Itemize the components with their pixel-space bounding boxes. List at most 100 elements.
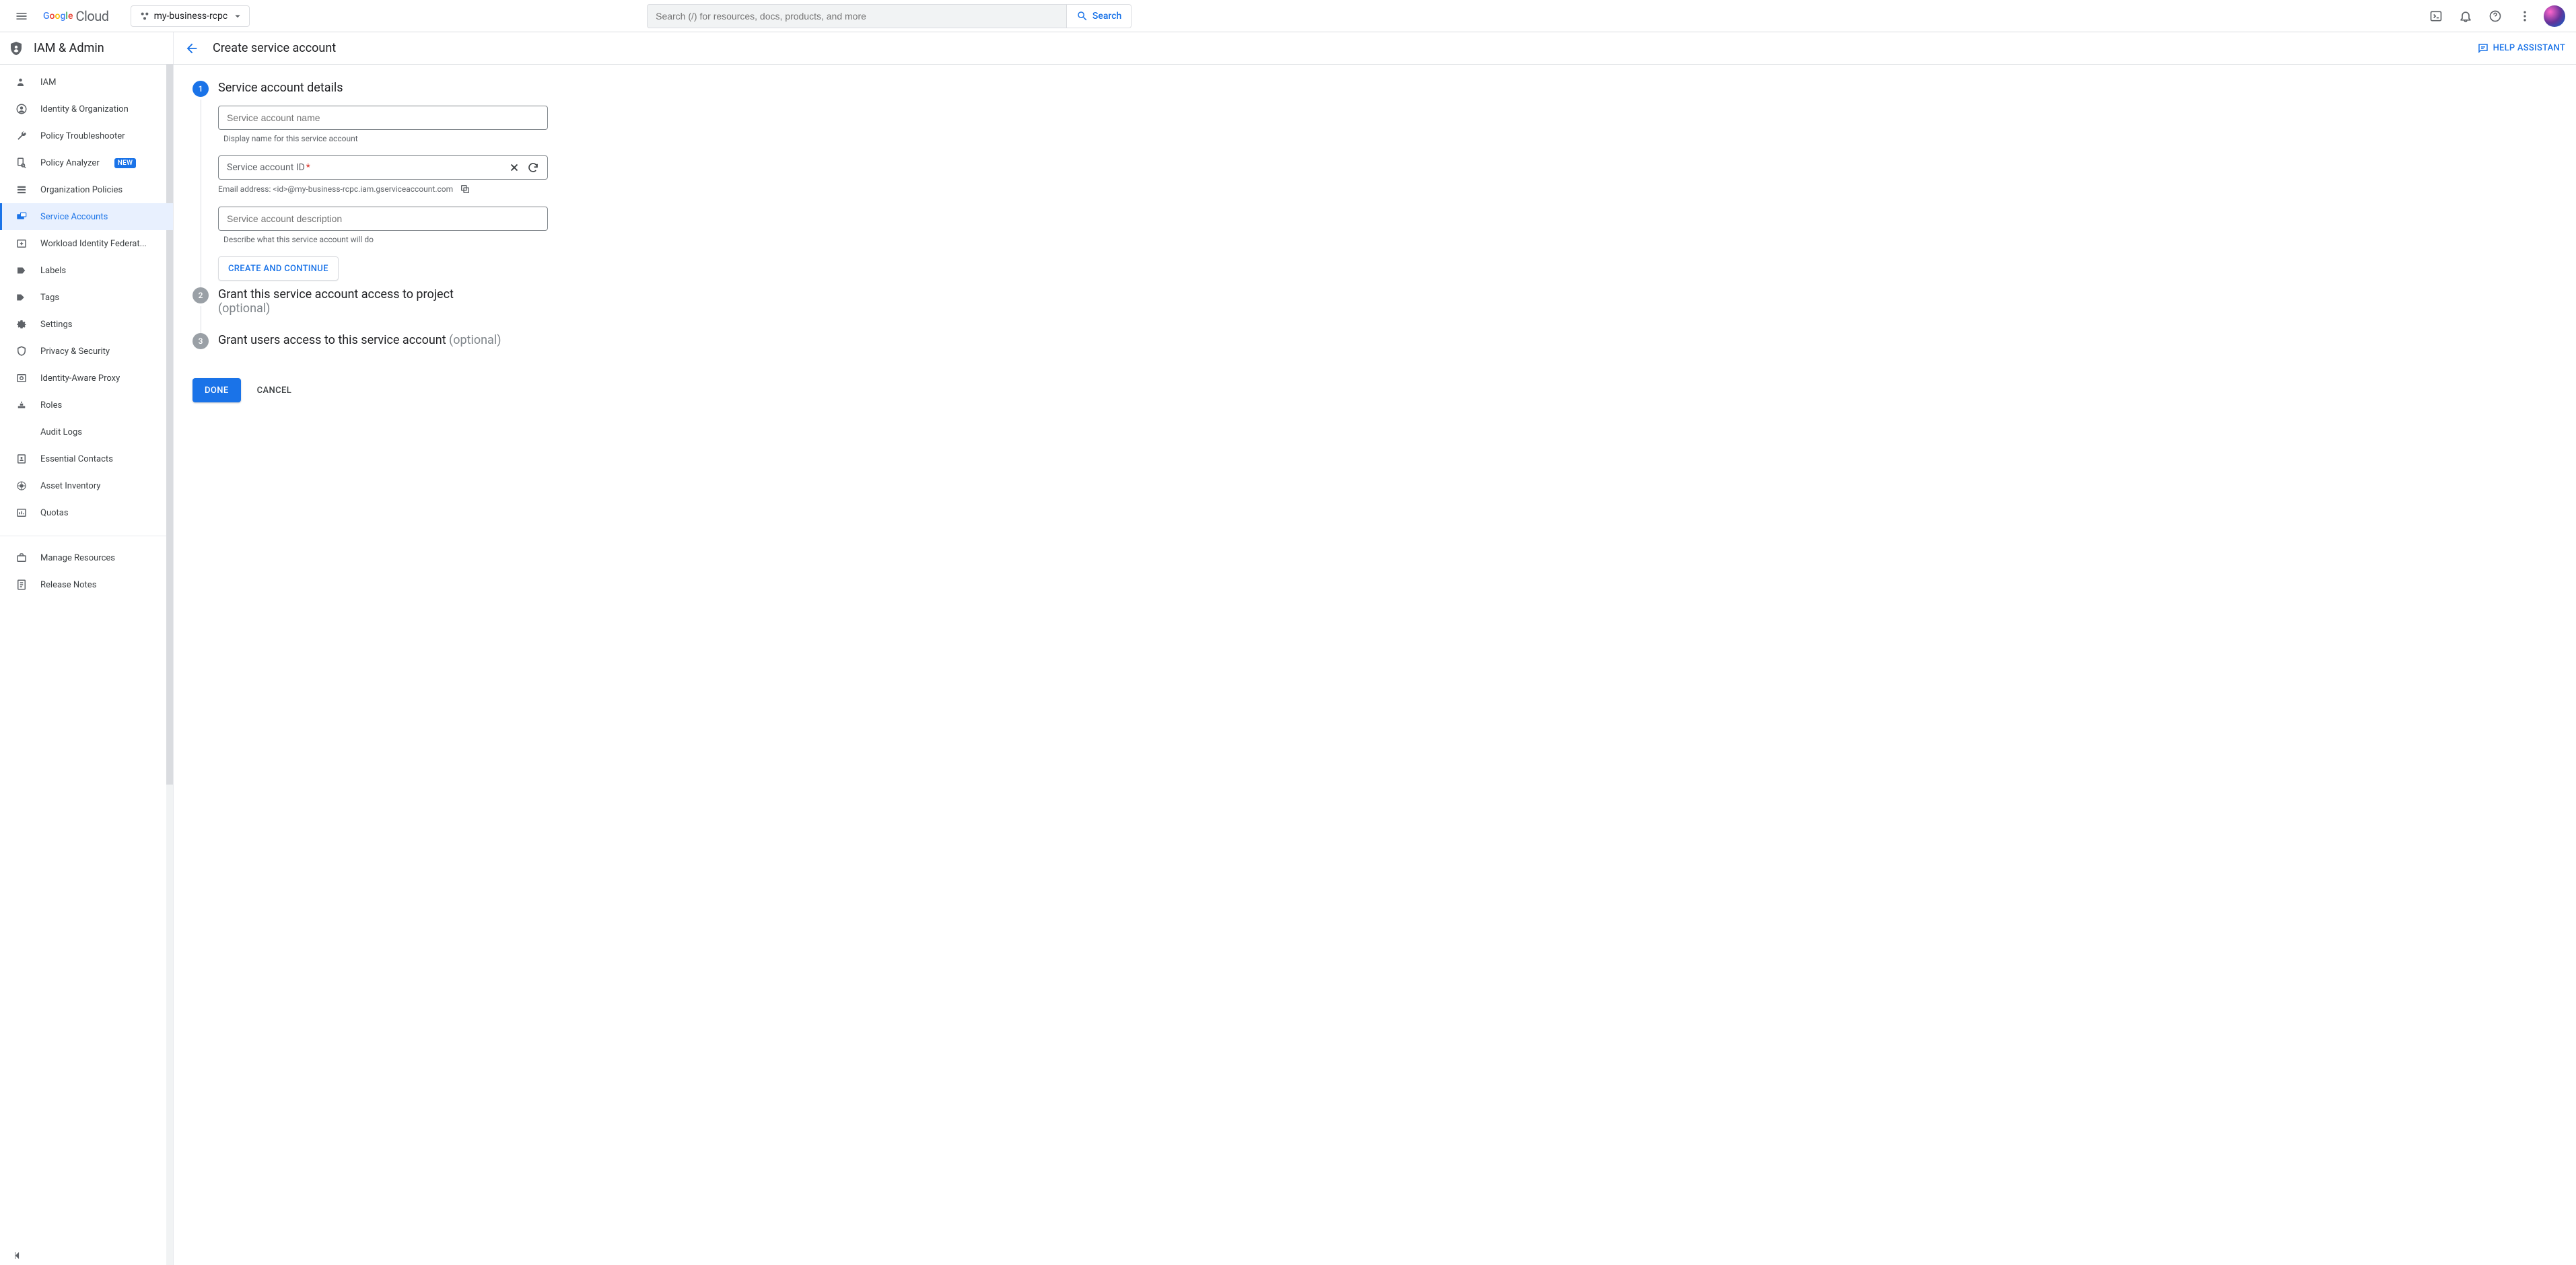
project-picker[interactable]: my-business-rcpc: [131, 5, 250, 27]
logs-icon: [15, 426, 28, 438]
sidebar-item-quotas[interactable]: Quotas: [0, 499, 173, 526]
sidebar-item-privacy-security[interactable]: Privacy & Security: [0, 338, 173, 365]
done-button[interactable]: DONE: [193, 378, 241, 402]
shield-icon: [15, 345, 28, 357]
search-wrap: Search: [382, 4, 1397, 28]
search-input[interactable]: [648, 5, 1066, 28]
sidebar-item-label: Identity-Aware Proxy: [40, 373, 120, 384]
sidebar-item-asset-inventory[interactable]: Asset Inventory: [0, 472, 173, 499]
sidebar-item-identity-org[interactable]: Identity & Organization: [0, 96, 173, 122]
sidebar-item-label: Policy Troubleshooter: [40, 131, 125, 141]
policy-analyzer-icon: [15, 157, 28, 169]
name-helper-text: Display name for this service account: [223, 134, 569, 143]
step-3[interactable]: 3 Grant users access to this service acc…: [193, 333, 569, 365]
topbar-right: [2423, 3, 2571, 30]
project-name: my-business-rcpc: [154, 11, 228, 22]
regenerate-id-button[interactable]: [527, 161, 539, 174]
sidebar-item-audit-logs[interactable]: Audit Logs: [0, 419, 173, 445]
cancel-button[interactable]: CANCEL: [252, 378, 298, 402]
person-add-icon: [15, 76, 28, 88]
search-icon: [1076, 10, 1088, 22]
page-header: Create service account: [174, 32, 2466, 64]
wrench-icon: [15, 130, 28, 142]
service-account-name-input[interactable]: [227, 112, 539, 123]
step-1-badge: 1: [193, 81, 209, 97]
iam-shield-icon: [8, 40, 24, 57]
gear-icon: [15, 318, 28, 330]
sidebar-item-service-accounts[interactable]: Service Accounts: [0, 203, 173, 230]
sidebar-item-label: Release Notes: [40, 580, 96, 590]
sidebar-item-roles[interactable]: Roles: [0, 392, 173, 419]
service-account-name-field[interactable]: [218, 106, 548, 130]
service-account-id-field[interactable]: Service account ID*: [218, 155, 548, 180]
sidebar-item-label: Quotas: [40, 508, 69, 518]
sidebar-item-label: Identity & Organization: [40, 104, 129, 114]
notifications-button[interactable]: [2452, 3, 2479, 30]
sidebar-item-settings[interactable]: Settings: [0, 311, 173, 338]
account-avatar[interactable]: [2544, 5, 2565, 27]
iap-icon: [15, 372, 28, 384]
step-3-badge: 3: [193, 333, 209, 349]
collapse-sidebar-button[interactable]: [11, 1249, 24, 1262]
help-icon: [2488, 9, 2502, 23]
sidebar-item-labels[interactable]: Labels: [0, 257, 173, 284]
step-1: 1 Service account details Display name f…: [193, 81, 569, 287]
project-icon: [139, 11, 150, 22]
searchbox: Search: [647, 4, 1132, 28]
sidebar-item-iam[interactable]: IAM: [0, 69, 173, 96]
sidebar-item-label: Service Accounts: [40, 212, 108, 222]
secondbar: IAM & Admin Create service account HELP …: [0, 32, 2576, 65]
sidebar-item-iap[interactable]: Identity-Aware Proxy: [0, 365, 173, 392]
help-button[interactable]: [2482, 3, 2509, 30]
google-cloud-logo[interactable]: Google Cloud: [43, 8, 117, 24]
copy-email-button[interactable]: [460, 184, 471, 194]
sidebar-item-manage-resources[interactable]: Manage Resources: [0, 544, 173, 571]
sidebar-item-label: Tags: [40, 293, 59, 303]
main-content: 1 Service account details Display name f…: [174, 65, 2576, 1265]
copy-icon: [460, 184, 471, 194]
notes-icon: [15, 579, 28, 591]
sidebar-item-label: Settings: [40, 320, 72, 330]
sidebar-item-policy-troubleshooter[interactable]: Policy Troubleshooter: [0, 122, 173, 149]
hamburger-menu-button[interactable]: [5, 0, 38, 32]
sidebar-item-label: Manage Resources: [40, 553, 115, 563]
sidebar-item-label: Workload Identity Federat...: [40, 239, 147, 249]
terminal-icon: [2429, 9, 2443, 23]
service-account-description-input[interactable]: [227, 213, 539, 224]
sidebar-item-label: Labels: [40, 266, 66, 276]
step-2-title: Grant this service account access to pro…: [218, 287, 569, 316]
sidebar-item-label: Roles: [40, 400, 62, 410]
menu-icon: [15, 9, 28, 23]
create-and-continue-button[interactable]: CREATE AND CONTINUE: [218, 256, 339, 281]
sidebar-item-label: Privacy & Security: [40, 347, 110, 357]
workload-icon: [15, 238, 28, 250]
search-button[interactable]: Search: [1066, 5, 1131, 28]
section-title-wrap: IAM & Admin: [0, 32, 174, 64]
sidebar-item-tags[interactable]: Tags: [0, 284, 173, 311]
chevron-down-icon: [232, 10, 244, 22]
service-account-description-field[interactable]: [218, 207, 548, 231]
clear-id-button[interactable]: [508, 161, 520, 174]
sidebar: IAM Identity & Organization Policy Troub…: [0, 65, 174, 1265]
step-3-title: Grant users access to this service accou…: [218, 333, 569, 347]
sidebar-item-organization-policies[interactable]: Organization Policies: [0, 176, 173, 203]
step-1-title: Service account details: [218, 81, 569, 95]
help-assistant-button[interactable]: HELP ASSISTANT: [2466, 32, 2576, 64]
page-title: Create service account: [213, 41, 336, 55]
sidebar-item-essential-contacts[interactable]: Essential Contacts: [0, 445, 173, 472]
topbar: Google Cloud my-business-rcpc Search: [0, 0, 2576, 32]
back-button[interactable]: [184, 41, 199, 56]
cloud-shell-button[interactable]: [2423, 3, 2449, 30]
sidebar-item-release-notes[interactable]: Release Notes: [0, 571, 173, 598]
more-vert-icon: [2518, 9, 2532, 23]
sidebar-item-label: Asset Inventory: [40, 481, 100, 491]
sidebar-item-label: Policy Analyzer: [40, 158, 100, 168]
sidebar-item-label: Essential Contacts: [40, 454, 113, 464]
sidebar-item-workload-identity[interactable]: Workload Identity Federat...: [0, 230, 173, 257]
more-button[interactable]: [2511, 3, 2538, 30]
briefcase-icon: [15, 552, 28, 564]
sidebar-item-policy-analyzer[interactable]: Policy Analyzer NEW: [0, 149, 173, 176]
search-button-label: Search: [1092, 11, 1121, 22]
cloud-logo-text: Cloud: [75, 8, 108, 24]
step-2[interactable]: 2 Grant this service account access to p…: [193, 287, 569, 333]
